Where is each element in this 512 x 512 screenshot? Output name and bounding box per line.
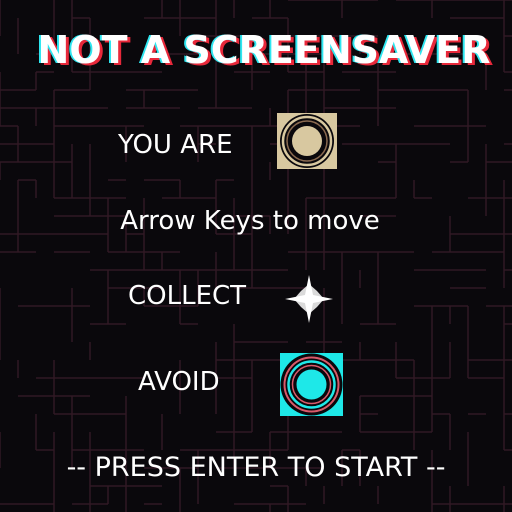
collect-label: COLLECT	[128, 281, 247, 311]
you-are-label: YOU ARE	[118, 130, 233, 160]
cyan-target-icon	[280, 353, 343, 416]
four-point-star-icon	[285, 275, 333, 323]
game-title: NOT A SCREENSAVER	[37, 28, 491, 72]
avoid-label: AVOID	[138, 367, 220, 397]
maze-background	[0, 0, 512, 512]
game-screen[interactable]: NOT A SCREENSAVER YOU ARE Arrow Keys to …	[0, 0, 512, 512]
maze-lines	[0, 0, 512, 512]
player-ring-icon	[277, 113, 337, 169]
press-enter-prompt: -- PRESS ENTER TO START --	[66, 452, 446, 483]
controls-hint: Arrow Keys to move	[120, 206, 380, 236]
